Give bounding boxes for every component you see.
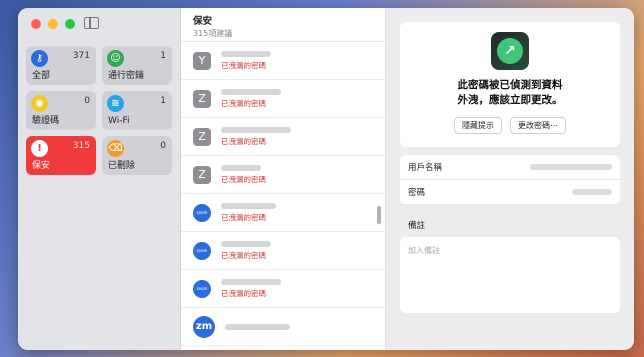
zoom-app-icon: zoom: [193, 241, 211, 260]
tile-label: 通行密鑰: [108, 71, 145, 81]
tile-count: 0: [160, 141, 166, 151]
leaked-warning: 已洩漏的密碼: [221, 174, 266, 184]
leaked-warning: 已洩漏的密碼: [221, 136, 266, 146]
alert-actions: 隱藏提示 更改密碼⋯: [454, 117, 566, 134]
item-text: 已洩漏的密碼: [221, 88, 281, 109]
item-title-redacted: [221, 202, 276, 209]
item-text: 已洩漏的密碼: [221, 164, 266, 185]
list-item[interactable]: Z 已洩漏的密碼: [181, 156, 385, 194]
security-alert-card: ↗ 此密碼被已偵測到資料 外洩，應該立即更改。 隱藏提示 更改密碼⋯: [400, 22, 620, 147]
list-item[interactable]: zoom 已洩漏的密碼: [181, 232, 385, 270]
wifi-icon: ≋: [107, 95, 124, 112]
zoom-app-icon: zoom: [193, 279, 211, 298]
minimize-button[interactable]: [48, 19, 58, 29]
notes-placeholder: 加入備註: [408, 246, 440, 255]
notes-label: 備註: [408, 221, 426, 231]
leaked-warning: 已洩漏的密碼: [221, 98, 266, 108]
sidebar-tile[interactable]: ⌫ 0 已刪除: [102, 136, 172, 175]
sidebar-tile[interactable]: ⚷ 371 全部: [26, 46, 96, 85]
tile-label: 保安: [32, 161, 51, 171]
username-value-redacted: [530, 164, 612, 170]
item-text: [225, 323, 290, 330]
item-title-redacted: [221, 278, 281, 285]
list-subtitle: 315項建議: [193, 29, 233, 38]
leaked-warning: 已洩漏的密碼: [221, 212, 266, 222]
item-text: 已洩漏的密碼: [221, 240, 271, 261]
detail-pane: ↗ 此密碼被已偵測到資料 外洩，應該立即更改。 隱藏提示 更改密碼⋯ 用戶名稱 …: [386, 8, 634, 350]
list-item[interactable]: Z 已洩漏的密碼: [181, 80, 385, 118]
leaked-warning: 已洩漏的密碼: [221, 60, 266, 70]
item-title-redacted: [221, 164, 261, 171]
item-title-redacted: [221, 50, 271, 57]
letter-avatar-icon: Z: [193, 127, 211, 146]
password-label: 密碼: [408, 188, 426, 198]
sidebar: ⚷ 371 全部 ☺ 1 通行密鑰 ◉ 0 驗證碼 ≋ 1 Wi-Fi! 315 保安 ⌫ 0 已刪除: [18, 8, 181, 350]
item-text: 已洩漏的密碼: [221, 278, 281, 299]
password-list: 保安 315項建議 Y 已洩漏的密碼 Z 已洩漏的密碼 Z 已洩漏的密碼 Z 已洩漏的密碼 zo…: [181, 8, 386, 350]
list-item[interactable]: zoom 已洩漏的密碼: [181, 270, 385, 308]
alert-line-2: 外洩，應該立即更改。: [457, 94, 563, 106]
item-title-redacted: [225, 323, 290, 330]
tile-label: 已刪除: [108, 161, 136, 171]
key-icon: ⚷: [31, 50, 48, 67]
tile-count: 0: [84, 96, 90, 106]
notes-field[interactable]: 加入備註: [400, 237, 620, 313]
letter-avatar-icon: Z: [193, 165, 211, 184]
letter-avatar-icon: Y: [193, 51, 211, 70]
list-title: 保安: [193, 16, 213, 27]
sidebar-tile[interactable]: ! 315 保安: [26, 136, 96, 175]
verification-code-icon: ◉: [31, 95, 48, 112]
sidebar-tile[interactable]: ☺ 1 通行密鑰: [102, 46, 172, 85]
tile-label: Wi-Fi: [108, 116, 130, 126]
item-title-redacted: [221, 88, 281, 95]
zoom-button[interactable]: [65, 19, 75, 29]
sidebar-tile[interactable]: ◉ 0 驗證碼: [26, 91, 96, 130]
tile-label: 驗證碼: [32, 116, 60, 126]
item-text: 已洩漏的密碼: [221, 126, 291, 147]
window-controls: [31, 19, 75, 29]
list-header: 保安 315項建議: [181, 8, 385, 42]
password-field[interactable]: 密碼: [400, 180, 620, 205]
category-tiles: ⚷ 371 全部 ☺ 1 通行密鑰 ◉ 0 驗證碼 ≋ 1 Wi-Fi! 315 保安 ⌫ 0 已刪除: [18, 46, 180, 175]
list-items: Y 已洩漏的密碼 Z 已洩漏的密碼 Z 已洩漏的密碼 Z 已洩漏的密碼 zoom 已洩漏的密碼 zo…: [181, 42, 385, 346]
password-value-redacted: [572, 189, 612, 195]
sidebar-toggle-icon[interactable]: [84, 17, 99, 29]
security-alert-icon: !: [31, 140, 48, 157]
app-icon: ↗: [491, 32, 529, 70]
item-text: 已洩漏的密碼: [221, 202, 276, 223]
item-text: 已洩漏的密碼: [221, 50, 271, 71]
change-password-button[interactable]: 更改密碼⋯: [510, 117, 566, 134]
alert-message: 此密碼被已偵測到資料 外洩，應該立即更改。: [458, 78, 563, 108]
zoom-app-icon: zoom: [193, 203, 211, 222]
alert-line-1: 此密碼被已偵測到資料: [457, 79, 563, 91]
passkey-icon: ☺: [107, 50, 124, 67]
username-label: 用戶名稱: [408, 163, 443, 173]
item-title-redacted: [221, 126, 291, 133]
hide-alert-button[interactable]: 隱藏提示: [454, 117, 502, 134]
list-item[interactable]: zoom 已洩漏的密碼: [181, 194, 385, 232]
letter-avatar-icon: Z: [193, 89, 211, 108]
leaked-warning: 已洩漏的密碼: [221, 288, 266, 298]
tile-count: 1: [160, 51, 166, 61]
username-field[interactable]: 用戶名稱: [400, 155, 620, 180]
trash-icon: ⌫: [107, 140, 124, 157]
list-item[interactable]: Z 已洩漏的密碼: [181, 118, 385, 156]
credential-fields: 用戶名稱 密碼: [400, 155, 620, 205]
sidebar-tile[interactable]: ≋ 1 Wi-Fi: [102, 91, 172, 130]
item-title-redacted: [221, 240, 271, 247]
leaked-warning: 已洩漏的密碼: [221, 250, 266, 260]
tile-label: 全部: [32, 71, 51, 81]
tile-count: 371: [72, 51, 90, 61]
list-scrollbar[interactable]: [377, 206, 381, 224]
passwords-window: ⚷ 371 全部 ☺ 1 通行密鑰 ◉ 0 驗證碼 ≋ 1 Wi-Fi! 315 保安 ⌫ 0 已刪除 保安 3…: [18, 8, 634, 350]
zoom-app-icon: zm: [193, 315, 215, 338]
tile-count: 315: [72, 141, 90, 151]
tile-count: 1: [160, 96, 166, 106]
close-button[interactable]: [31, 19, 41, 29]
list-item[interactable]: Y 已洩漏的密碼: [181, 42, 385, 80]
list-item[interactable]: zm: [181, 308, 385, 346]
